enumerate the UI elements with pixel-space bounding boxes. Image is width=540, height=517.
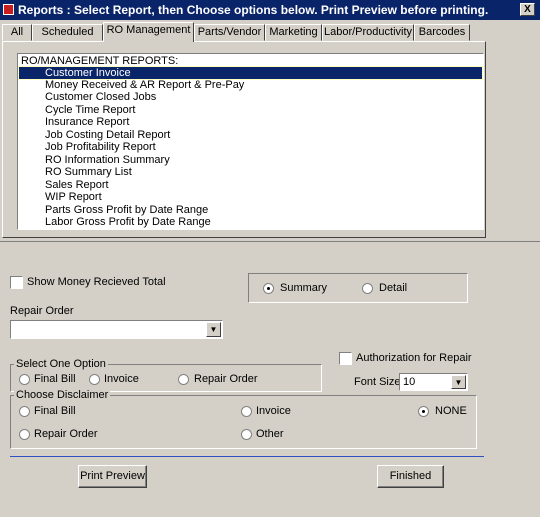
repair-order-select[interactable]: ▼ [10,320,223,339]
list-item[interactable]: Customer Closed Jobs [19,91,482,103]
list-item[interactable]: Customer Invoice [18,66,483,80]
tab-scheduled[interactable]: Scheduled [32,24,103,41]
tab-all[interactable]: All [2,24,32,41]
list-item[interactable]: Job Costing Detail Report [19,129,482,141]
list-item[interactable]: WIP Report [19,191,482,203]
print-preview-button[interactable]: Print Preview [78,465,147,488]
font-size-select[interactable]: 10 ▼ [399,373,468,391]
title-bar: Reports : Select Report, then Choose opt… [0,0,540,20]
list-item[interactable]: Labor Gross Profit by Date Range [19,216,482,228]
final-bill-radio[interactable] [19,374,30,385]
disclaimer-other-label: Other [256,428,284,440]
chevron-down-icon[interactable]: ▼ [206,322,221,337]
list-item[interactable]: RO Summary List [19,166,482,178]
tab-parts-vendor[interactable]: Parts/Vendor [194,24,265,41]
list-item[interactable]: Insurance Report [19,116,482,128]
window-title: Reports : Select Report, then Choose opt… [18,3,489,17]
repair-order-option-label: Repair Order [194,373,258,385]
tab-strip: All Scheduled RO Management Parts/Vendor… [0,22,540,42]
list-item[interactable]: Parts Gross Profit by Date Range [19,204,482,216]
finished-button[interactable]: Finished [377,465,444,488]
tab-labor-productivity[interactable]: Labor/Productivity [322,24,414,41]
select-one-option-legend: Select One Option [14,358,108,370]
divider-line [10,456,484,457]
tab-ro-management[interactable]: RO Management [103,22,194,42]
app-icon [3,4,14,15]
detail-label: Detail [379,282,408,294]
disclaimer-repair-order-label: Repair Order [34,428,98,440]
authorization-checkbox[interactable] [339,352,352,365]
tab-marketing[interactable]: Marketing [265,24,322,41]
tab-barcodes[interactable]: Barcodes [414,24,470,41]
show-money-checkbox[interactable] [10,276,23,289]
choose-disclaimer-group [10,395,477,449]
disclaimer-final-bill-radio[interactable] [19,406,30,417]
disclaimer-invoice-radio[interactable] [241,406,252,417]
list-item[interactable]: Money Received & AR Report & Pre-Pay [19,79,482,91]
summary-label: Summary [280,282,328,294]
repair-order-label: Repair Order [10,305,74,317]
disclaimer-none-radio[interactable] [418,406,429,417]
show-money-label: Show Money Recieved Total [27,276,166,288]
list-item[interactable]: Sales Report [19,179,482,191]
detail-radio[interactable] [362,283,373,294]
invoice-radio[interactable] [89,374,100,385]
authorization-label: Authorization for Repair [356,352,472,364]
invoice-label: Invoice [104,373,139,385]
list-header: RO/MANAGEMENT REPORTS: [21,55,179,67]
close-button[interactable]: X [520,3,535,16]
disclaimer-other-radio[interactable] [241,429,252,440]
summary-radio[interactable] [263,283,274,294]
list-item[interactable]: RO Information Summary [19,154,482,166]
report-list[interactable]: RO/MANAGEMENT REPORTS: Customer Invoice … [17,53,484,230]
font-size-label: Font Size [354,376,401,388]
disclaimer-repair-order-radio[interactable] [19,429,30,440]
disclaimer-none-label: NONE [435,405,467,417]
choose-disclaimer-legend: Choose Disclaimer [14,389,111,401]
disclaimer-invoice-label: Invoice [256,405,291,417]
chevron-down-icon[interactable]: ▼ [451,375,466,389]
list-item[interactable]: Job Profitability Report [19,141,482,153]
repair-order-radio[interactable] [178,374,189,385]
list-item[interactable]: Cycle Time Report [19,104,482,116]
final-bill-label: Final Bill [34,373,76,385]
divider [0,241,540,242]
font-size-value: 10 [403,376,416,388]
disclaimer-final-bill-label: Final Bill [34,405,76,417]
